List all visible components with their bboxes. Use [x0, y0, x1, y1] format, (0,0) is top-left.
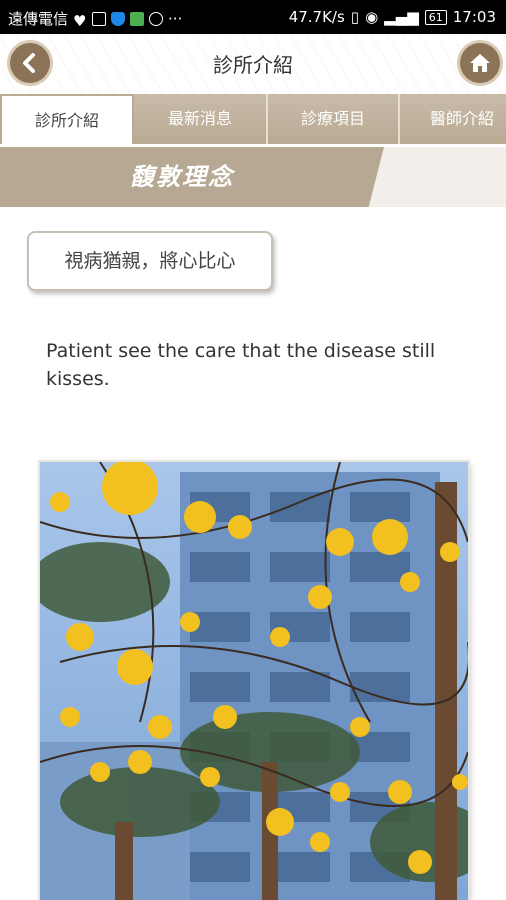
motto-box: 視病猶親，將心比心	[27, 231, 273, 291]
clinic-photo	[40, 462, 468, 900]
description-text: Patient see the care that the disease st…	[46, 340, 436, 390]
signal-icon: ▂▄▆	[384, 8, 419, 26]
app-header: 診所介紹	[0, 34, 506, 94]
status-bar: 遠傳電信 ♥ ··· 47.7K/s ▯ ◉ ▂▄▆ 61 17:03	[0, 0, 506, 34]
tab-bar: 診所介紹 最新消息 診療項目 醫師介紹	[0, 94, 506, 144]
vibrate-icon: ▯	[350, 8, 360, 26]
heart-icon: ♥	[73, 11, 87, 30]
network-speed: 47.7K/s	[288, 8, 345, 26]
app-icon	[130, 11, 145, 26]
tab-treatments[interactable]: 診療項目	[268, 94, 400, 144]
section-title: 馥敦理念	[130, 163, 234, 191]
building-with-flowers-image	[40, 462, 468, 900]
tab-doctors[interactable]: 醫師介紹	[400, 94, 506, 144]
tab-latest-news[interactable]: 最新消息	[134, 94, 268, 144]
tab-clinic-intro[interactable]: 診所介紹	[0, 94, 134, 144]
more-notifications: ···	[168, 9, 183, 28]
carrier-label: 遠傳電信	[8, 10, 69, 28]
battery-icon: 61	[424, 9, 447, 25]
image-icon	[92, 11, 107, 26]
eye-icon: ◉	[365, 8, 379, 26]
page-title: 診所介紹	[213, 53, 293, 77]
vpn-icon	[149, 11, 164, 26]
home-icon	[470, 54, 490, 72]
shield-icon	[111, 11, 126, 26]
clock: 17:03	[452, 8, 496, 26]
home-button[interactable]	[460, 43, 500, 83]
